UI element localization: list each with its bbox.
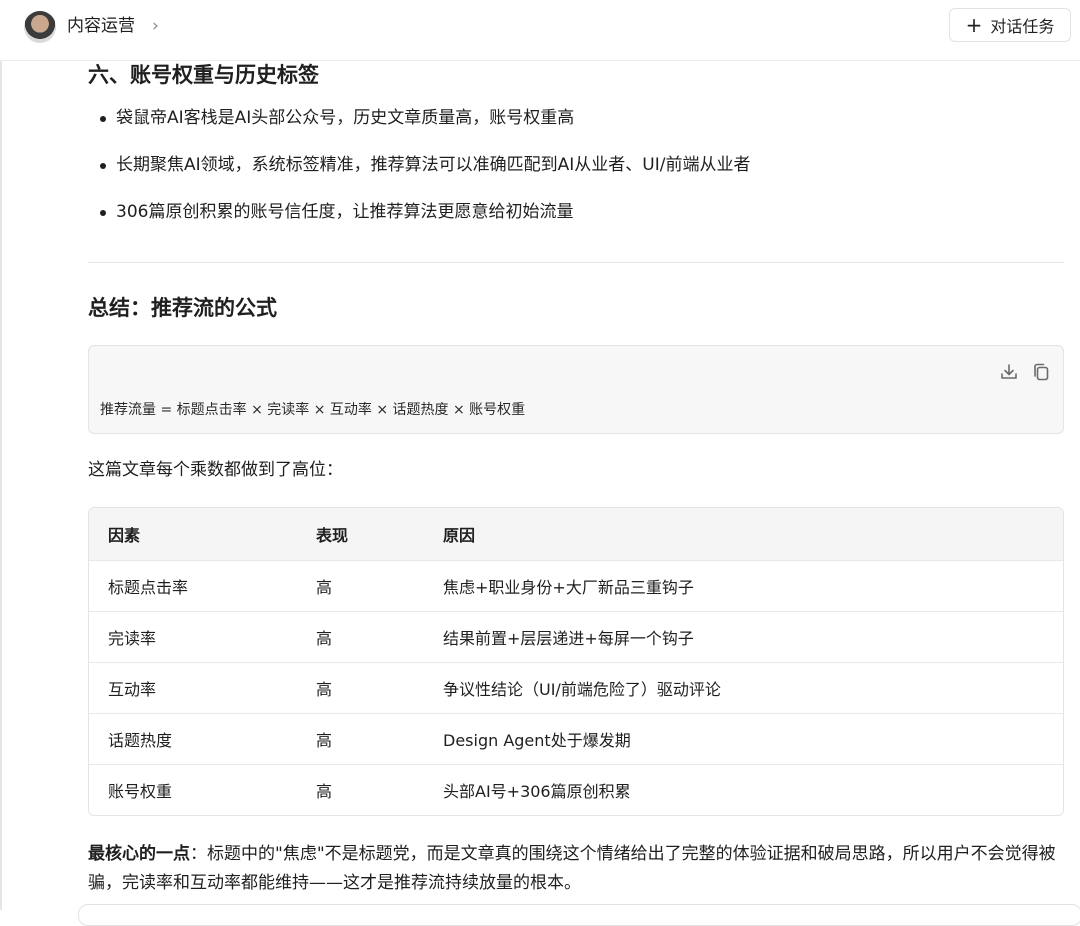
list-item: 306篇原创积累的账号信任度，让推荐算法更愿意给初始流量 [88, 200, 1064, 224]
table-cell: Design Agent处于爆发期 [443, 731, 631, 750]
chevron-right-icon[interactable]: › [152, 14, 159, 38]
factor-table: 因素 表现 原因 标题点击率 高 焦虑+职业身份+大厂新品三重钩子 完读率 高 … [88, 507, 1064, 816]
table-cell: 高 [316, 680, 333, 699]
table-header-row: 因素 表现 原因 [89, 508, 1063, 560]
list-item: 长期聚焦AI领域，系统标签精准，推荐算法可以准确匹配到AI从业者、UI/前端从业… [88, 153, 1064, 177]
table-row: 标题点击率 高 焦虑+职业身份+大厂新品三重钩子 [89, 560, 1063, 611]
code-block: 推荐流量 = 标题点击率 × 完读率 × 互动率 × 话题热度 × 账号权重 [88, 345, 1064, 434]
input-box-edge[interactable] [78, 904, 1080, 926]
table-header-cell: 因素 [108, 526, 141, 545]
table-cell: 头部AI号+306篇原创积累 [443, 782, 631, 801]
table-cell: 高 [316, 731, 333, 750]
table-row: 互动率 高 争议性结论（UI/前端危险了）驱动评论 [89, 662, 1063, 713]
copy-icon[interactable] [1030, 361, 1052, 383]
table-header-cell: 原因 [443, 526, 476, 545]
chat-header: 内容运营 › + 对话任务 [0, 0, 1080, 61]
intro-text: 这篇文章每个乘数都做到了高位： [88, 460, 343, 480]
table-row: 账号权重 高 头部AI号+306篇原创积累 [89, 764, 1063, 815]
section-heading-summary: 总结：推荐流的公式 [88, 296, 277, 320]
bullet-list: 袋鼠帝AI客栈是AI头部公众号，历史文章质量高，账号权重高 长期聚焦AI领域，系… [88, 106, 1064, 247]
table-cell: 话题热度 [108, 731, 173, 750]
divider [88, 262, 1064, 263]
table-row: 话题热度 高 Design Agent处于爆发期 [89, 713, 1063, 764]
conversation-title[interactable]: 内容运营 [67, 14, 135, 38]
table-header-cell: 表现 [316, 526, 349, 545]
list-item: 袋鼠帝AI客栈是AI头部公众号，历史文章质量高，账号权重高 [88, 106, 1064, 130]
conclusion-bold: 最核心的一点 [88, 844, 190, 864]
table-cell: 标题点击率 [108, 578, 189, 597]
table-cell: 互动率 [108, 680, 157, 699]
table-cell: 结果前置+层层递进+每屏一个钩子 [443, 629, 694, 648]
table-cell: 账号权重 [108, 782, 173, 801]
conclusion-text: ：标题中的"焦虑"不是标题党，而是文章真的围绕这个情绪给出了完整的体验证据和破局… [88, 844, 1056, 893]
section-heading-account-weight: 六、账号权重与历史标签 [88, 63, 319, 87]
table-row: 完读率 高 结果前置+层层递进+每屏一个钩子 [89, 611, 1063, 662]
conclusion-paragraph: 最核心的一点：标题中的"焦虑"不是标题党，而是文章真的围绕这个情绪给出了完整的体… [88, 840, 1064, 898]
table-cell: 高 [316, 578, 333, 597]
table-cell: 完读率 [108, 629, 157, 648]
dialog-task-button[interactable]: + 对话任务 [949, 8, 1071, 42]
table-cell: 高 [316, 629, 333, 648]
table-cell: 高 [316, 782, 333, 801]
avatar[interactable] [24, 11, 56, 43]
plus-icon: + [965, 13, 983, 37]
download-icon[interactable] [998, 361, 1020, 383]
dialog-task-label: 对话任务 [990, 17, 1055, 36]
table-cell: 争议性结论（UI/前端危险了）驱动评论 [443, 680, 721, 699]
table-cell: 焦虑+职业身份+大厂新品三重钩子 [443, 578, 694, 597]
left-border [0, 0, 2, 910]
formula-text: 推荐流量 = 标题点击率 × 完读率 × 互动率 × 话题热度 × 账号权重 [100, 402, 526, 418]
